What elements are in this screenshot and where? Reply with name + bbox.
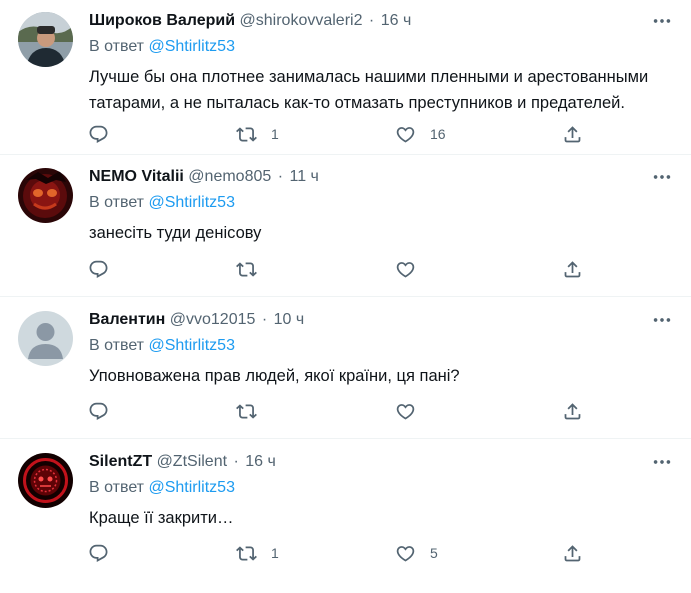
avatar[interactable]: [18, 311, 73, 366]
action-bar: [0, 398, 691, 424]
tweet-header: NEMO Vitalii @nemo805 · 11 ч: [89, 168, 651, 186]
reply-prefix: В ответ: [89, 337, 145, 354]
like-button[interactable]: [395, 256, 430, 282]
reply-button[interactable]: [88, 121, 109, 147]
divider: [0, 438, 691, 439]
tweet-text: Краще її закрити…: [89, 509, 234, 527]
reply-context: В ответ @Shtirlitz53: [89, 38, 235, 56]
reply-context: В ответ @Shtirlitz53: [89, 194, 235, 212]
author-name[interactable]: Валентин: [89, 311, 165, 328]
reply-to-link[interactable]: @Shtirlitz53: [148, 337, 235, 354]
separator-dot: ·: [233, 453, 239, 470]
reply-prefix: В ответ: [89, 479, 145, 496]
like-icon: [395, 259, 416, 280]
share-icon: [562, 401, 583, 422]
retweet-count: 1: [271, 545, 279, 561]
share-icon: [562, 543, 583, 564]
retweet-icon: [236, 259, 257, 280]
tweet-text: занесіть туди денісову: [89, 224, 262, 242]
more-icon[interactable]: [649, 164, 675, 190]
reply-tweet[interactable]: SilentZT @ZtSilent · 16 ч В ответ @Shtir…: [0, 441, 691, 593]
retweet-icon: [236, 124, 257, 145]
timestamp[interactable]: 16 ч: [245, 453, 276, 470]
separator-dot: ·: [368, 12, 375, 29]
avatar[interactable]: [18, 12, 73, 67]
author-name[interactable]: Широков Валерий: [89, 12, 235, 29]
reply-button[interactable]: [88, 398, 109, 424]
reply-to-link[interactable]: @Shtirlitz53: [148, 479, 235, 496]
like-icon: [395, 543, 416, 564]
reply-button[interactable]: [88, 256, 109, 282]
tweet-header: Валентин @vvo12015 · 10 ч: [89, 311, 651, 329]
reply-prefix: В ответ: [89, 38, 145, 55]
reply-icon: [88, 124, 109, 145]
retweet-icon: [236, 543, 257, 564]
reply-context: В ответ @Shtirlitz53: [89, 479, 235, 497]
author-handle[interactable]: @shirokovvaleri2: [240, 12, 363, 29]
share-button[interactable]: [562, 121, 583, 147]
share-button[interactable]: [562, 256, 583, 282]
author-name[interactable]: SilentZT: [89, 453, 152, 470]
share-button[interactable]: [562, 398, 583, 424]
avatar[interactable]: [18, 453, 73, 508]
author-handle[interactable]: @nemo805: [188, 168, 271, 185]
retweet-count: 1: [271, 126, 279, 142]
separator-dot: ·: [261, 311, 268, 328]
like-icon: [395, 124, 416, 145]
more-icon[interactable]: [649, 8, 675, 34]
share-button[interactable]: [562, 540, 583, 566]
reply-to-link[interactable]: @Shtirlitz53: [148, 194, 235, 211]
like-count: 16: [430, 126, 446, 142]
reply-context: В ответ @Shtirlitz53: [89, 337, 235, 355]
reply-icon: [88, 259, 109, 280]
tweet-header: Широков Валерий @shirokovvaleri2 · 16 ч: [89, 12, 651, 30]
reply-icon: [88, 543, 109, 564]
author-name[interactable]: NEMO Vitalii: [89, 168, 184, 185]
replies-feed: Широков Валерий @shirokovvaleri2 · 16 ч …: [0, 0, 691, 593]
like-icon: [395, 401, 416, 422]
divider: [0, 296, 691, 297]
reply-tweet[interactable]: Валентин @vvo12015 · 10 ч В ответ @Shtir…: [0, 299, 691, 438]
action-bar: 1 16: [0, 121, 691, 147]
separator-dot: ·: [277, 168, 284, 185]
retweet-button[interactable]: 1: [236, 121, 279, 147]
reply-prefix: В ответ: [89, 194, 145, 211]
retweet-icon: [236, 401, 257, 422]
reply-button[interactable]: [88, 540, 109, 566]
tweet-text: Лучше бы она плотнее занималась нашими п…: [89, 68, 649, 112]
reply-tweet[interactable]: Широков Валерий @shirokovvaleri2 · 16 ч …: [0, 0, 691, 154]
retweet-button[interactable]: [236, 398, 271, 424]
reply-to-link[interactable]: @Shtirlitz53: [148, 38, 235, 55]
more-icon[interactable]: [649, 307, 675, 333]
action-bar: 1 5: [0, 540, 691, 566]
like-button[interactable]: 5: [395, 540, 438, 566]
author-handle[interactable]: @ZtSilent: [157, 453, 227, 470]
tweet-header: SilentZT @ZtSilent · 16 ч: [89, 453, 651, 471]
share-icon: [562, 259, 583, 280]
reply-icon: [88, 401, 109, 422]
action-bar: [0, 256, 691, 282]
avatar[interactable]: [18, 168, 73, 223]
reply-tweet[interactable]: NEMO Vitalii @nemo805 · 11 ч В ответ @Sh…: [0, 156, 691, 295]
author-handle[interactable]: @vvo12015: [170, 311, 256, 328]
like-button[interactable]: 16: [395, 121, 446, 147]
retweet-button[interactable]: [236, 256, 271, 282]
timestamp[interactable]: 10 ч: [274, 311, 305, 328]
timestamp[interactable]: 16 ч: [381, 12, 412, 29]
like-button[interactable]: [395, 398, 430, 424]
divider: [0, 154, 691, 155]
tweet-text: Уповноважена прав людей, якої країни, ця…: [89, 367, 460, 385]
retweet-button[interactable]: 1: [236, 540, 279, 566]
more-icon[interactable]: [649, 449, 675, 475]
like-count: 5: [430, 545, 438, 561]
timestamp[interactable]: 11 ч: [290, 168, 319, 185]
share-icon: [562, 124, 583, 145]
